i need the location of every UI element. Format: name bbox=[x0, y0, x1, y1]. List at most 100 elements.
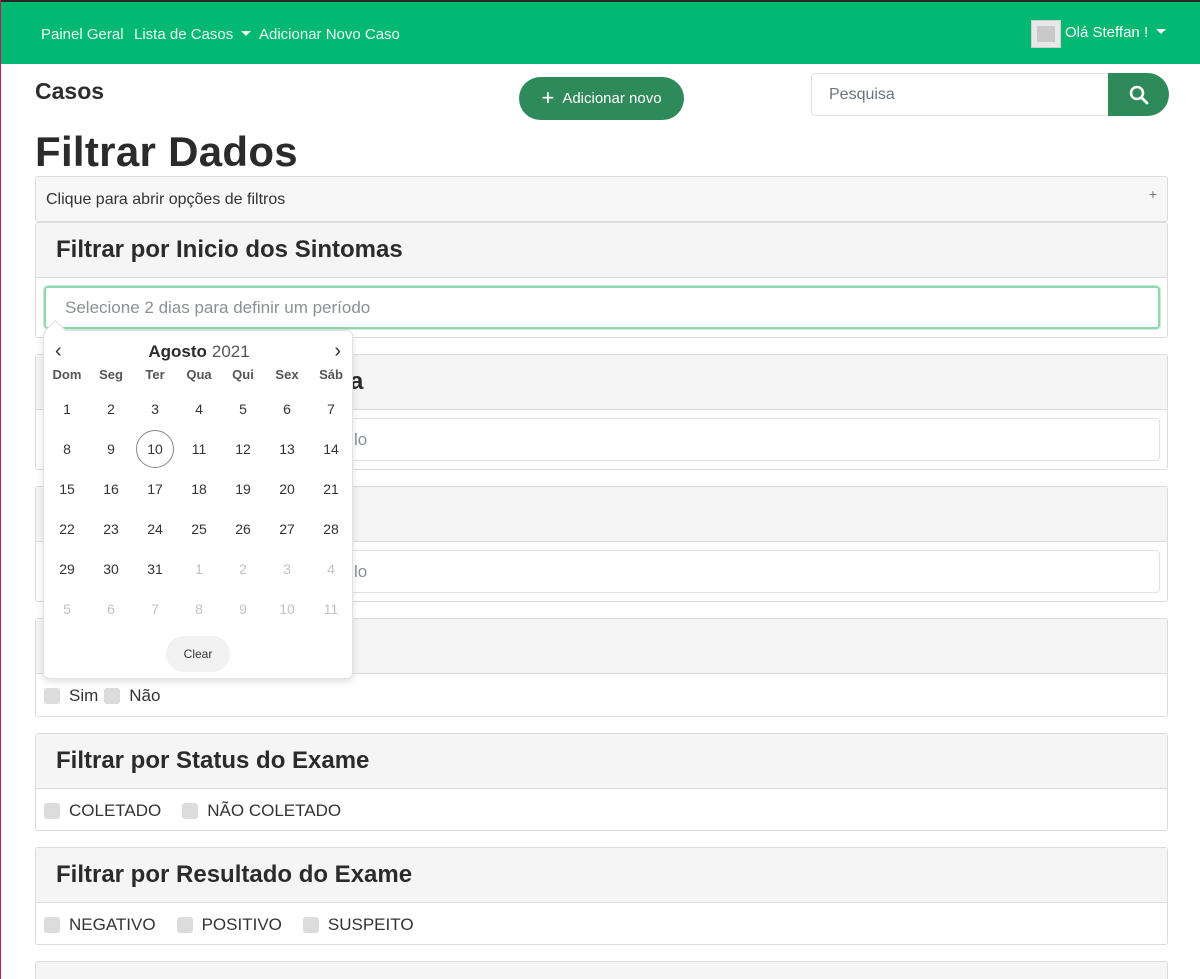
option-positivo[interactable]: POSITIVO bbox=[176, 915, 282, 935]
section-title: Casos bbox=[35, 78, 105, 104]
datepicker-day[interactable]: 27 bbox=[265, 509, 309, 549]
datepicker-day-other-month[interactable]: 10 bbox=[265, 589, 309, 629]
datepicker-day[interactable]: 30 bbox=[89, 549, 133, 589]
datepicker-weekdays: Dom Seg Ter Qua Qui Sex Sáb bbox=[44, 367, 354, 382]
checkbox[interactable] bbox=[182, 803, 199, 819]
day-number: 27 bbox=[279, 521, 295, 537]
datepicker-day[interactable]: 25 bbox=[177, 509, 221, 549]
datepicker-day[interactable]: 14 bbox=[309, 429, 353, 469]
datepicker-day-other-month[interactable]: 6 bbox=[89, 589, 133, 629]
checkbox[interactable] bbox=[44, 917, 60, 933]
datepicker-day[interactable]: 18 bbox=[177, 469, 221, 509]
datepicker-day[interactable]: 13 bbox=[265, 429, 309, 469]
datepicker-day-other-month[interactable]: 5 bbox=[45, 589, 89, 629]
datepicker-day-other-month[interactable]: 2 bbox=[221, 549, 265, 589]
datepicker-days-grid: 1 2 3 4 5 6 7 8 9 10 11 12 13 14 15 16 17 18 19 20 21 22 23 24 2… bbox=[44, 389, 354, 629]
option-label: NÃO COLETADO bbox=[207, 801, 342, 820]
option-sim[interactable]: Sim bbox=[44, 686, 98, 706]
filter-card-next bbox=[35, 961, 1168, 979]
datepicker-day[interactable]: 1 bbox=[45, 389, 89, 429]
datepicker-day[interactable]: 2 bbox=[89, 389, 133, 429]
datepicker-day-other-month[interactable]: 1 bbox=[177, 549, 221, 589]
chevron-right-icon[interactable]: › bbox=[334, 340, 341, 363]
option-nao-coletado[interactable]: NÃO COLETADO bbox=[182, 801, 341, 821]
option-label: Não bbox=[129, 686, 161, 705]
day-number: 23 bbox=[103, 521, 119, 537]
datepicker-day[interactable]: 15 bbox=[45, 469, 89, 509]
datepicker-day[interactable]: 23 bbox=[89, 509, 133, 549]
datepicker-day[interactable]: 7 bbox=[309, 389, 353, 429]
symptoms-date-range-input[interactable]: Selecione 2 dias para definir um período bbox=[44, 286, 1160, 329]
weekday-label: Qua bbox=[186, 367, 212, 382]
datepicker-day[interactable]: 28 bbox=[309, 509, 353, 549]
nav-lista-de-casos[interactable]: Lista de Casos bbox=[134, 26, 252, 43]
datepicker-day[interactable]: 22 bbox=[45, 509, 89, 549]
datepicker-day[interactable]: 5 bbox=[221, 389, 265, 429]
avatar[interactable] bbox=[1031, 20, 1061, 48]
datepicker-day[interactable]: 11 bbox=[177, 429, 221, 469]
option-suspeito[interactable]: SUSPEITO bbox=[302, 915, 414, 935]
day-number: 3 bbox=[151, 401, 159, 417]
datepicker-day[interactable]: 19 bbox=[221, 469, 265, 509]
nav-painel-geral[interactable]: Painel Geral bbox=[41, 26, 124, 43]
day-number: 5 bbox=[239, 401, 247, 417]
datepicker-day[interactable]: 31 bbox=[133, 549, 177, 589]
search-button[interactable] bbox=[1108, 73, 1169, 116]
datepicker-day[interactable]: 12 bbox=[221, 429, 265, 469]
option-coletado[interactable]: COLETADO bbox=[44, 801, 161, 821]
day-number: 16 bbox=[103, 481, 119, 497]
datepicker-day[interactable]: 26 bbox=[221, 509, 265, 549]
user-menu[interactable]: Olá Steffan ! bbox=[1065, 24, 1167, 41]
nav-adicionar-novo-caso[interactable]: Adicionar Novo Caso bbox=[259, 26, 400, 43]
day-number: 11 bbox=[323, 601, 339, 617]
datepicker-title[interactable]: Agosto 2021 bbox=[44, 342, 354, 362]
search-input[interactable]: Pesquisa bbox=[811, 73, 1109, 116]
option-negativo[interactable]: NEGATIVO bbox=[44, 915, 156, 935]
datepicker-day-other-month[interactable]: 3 bbox=[265, 549, 309, 589]
filter-options-toggle[interactable]: Clique para abrir opções de filtros + bbox=[35, 176, 1168, 222]
datepicker-day-other-month[interactable]: 4 bbox=[309, 549, 353, 589]
option-nao[interactable]: Não bbox=[104, 686, 160, 706]
datepicker-day[interactable]: 21 bbox=[309, 469, 353, 509]
day-number: 9 bbox=[107, 441, 115, 457]
datepicker-week-row: 15 16 17 18 19 20 21 bbox=[44, 469, 354, 509]
filter-card-title: Filtrar por Inicio dos Sintomas bbox=[36, 223, 1167, 278]
datepicker-clear-button[interactable]: Clear bbox=[166, 636, 230, 672]
day-number: 6 bbox=[283, 401, 291, 417]
datepicker-day-other-month[interactable]: 9 bbox=[221, 589, 265, 629]
option-label: Sim bbox=[69, 686, 99, 705]
datepicker-day[interactable]: 24 bbox=[133, 509, 177, 549]
exam-result-options: NEGATIVO POSITIVO SUSPEITO bbox=[44, 915, 435, 935]
day-number: 17 bbox=[147, 481, 163, 497]
datepicker-day[interactable]: 8 bbox=[45, 429, 89, 469]
chevron-down-icon bbox=[1156, 29, 1167, 34]
datepicker-day[interactable]: 20 bbox=[265, 469, 309, 509]
add-new-button[interactable]: + Adicionar novo bbox=[519, 77, 684, 120]
datepicker-day[interactable]: 6 bbox=[265, 389, 309, 429]
day-number: 10 bbox=[279, 601, 295, 617]
datepicker-day-other-month[interactable]: 8 bbox=[177, 589, 221, 629]
weekday-label: Sáb bbox=[319, 367, 343, 382]
datepicker-day-other-month[interactable]: 7 bbox=[133, 589, 177, 629]
day-number: 8 bbox=[63, 441, 71, 457]
checkbox[interactable] bbox=[44, 803, 60, 819]
datepicker-day[interactable]: 9 bbox=[89, 429, 133, 469]
datepicker-week-row: 1 2 3 4 5 6 7 bbox=[44, 389, 354, 429]
weekday-label: Seg bbox=[99, 367, 123, 382]
checkbox[interactable] bbox=[302, 917, 319, 933]
datepicker-day[interactable]: 4 bbox=[177, 389, 221, 429]
checkbox[interactable] bbox=[104, 688, 121, 704]
checkbox[interactable] bbox=[44, 688, 60, 704]
datepicker-day-other-month[interactable]: 11 bbox=[309, 589, 353, 629]
datepicker-day[interactable]: 16 bbox=[89, 469, 133, 509]
day-number: 4 bbox=[327, 561, 335, 577]
datepicker-day[interactable]: 17 bbox=[133, 469, 177, 509]
checkbox[interactable] bbox=[176, 917, 193, 933]
datepicker-day-today[interactable]: 10 bbox=[133, 429, 177, 469]
day-number: 12 bbox=[235, 441, 251, 457]
datepicker-year: 2021 bbox=[211, 342, 250, 361]
datepicker-day[interactable]: 29 bbox=[45, 549, 89, 589]
day-number: 20 bbox=[279, 481, 295, 497]
datepicker-week-row: 8 9 10 11 12 13 14 bbox=[44, 429, 354, 469]
datepicker-day[interactable]: 3 bbox=[133, 389, 177, 429]
